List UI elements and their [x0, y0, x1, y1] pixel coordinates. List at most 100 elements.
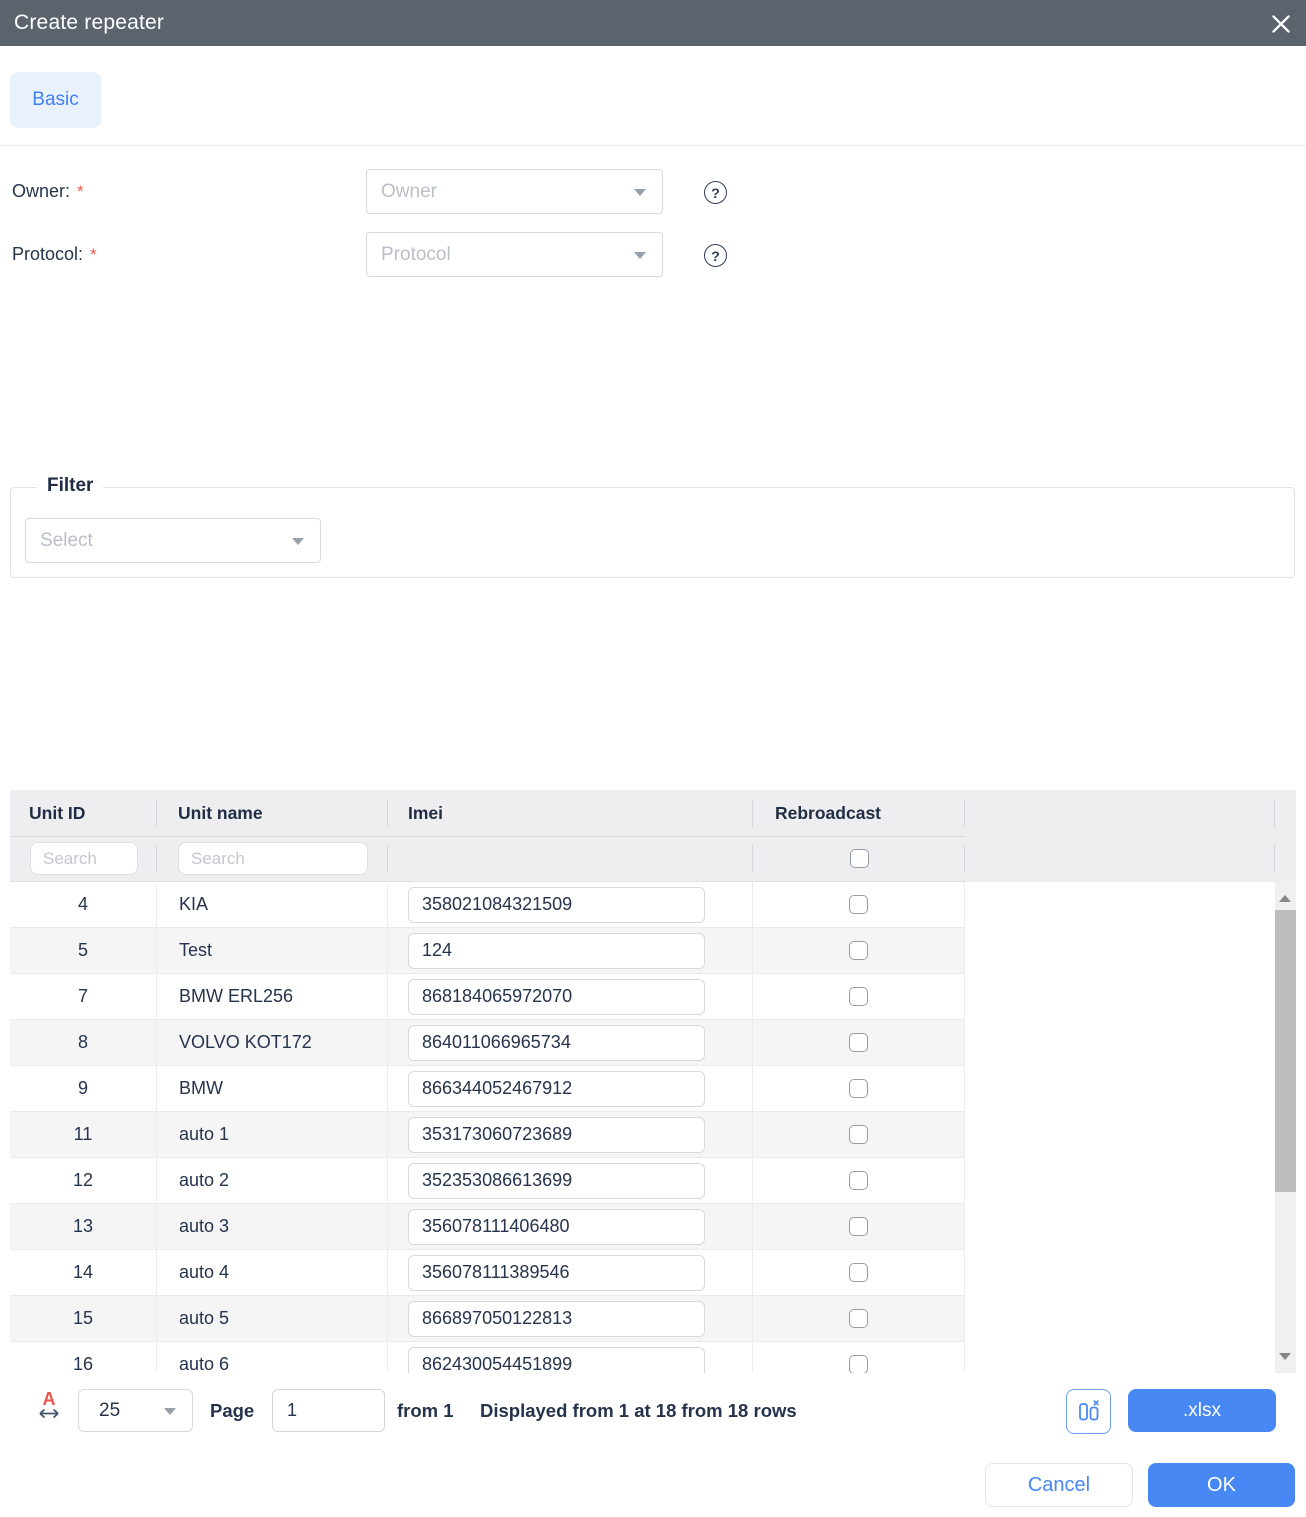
imei-input[interactable] [408, 979, 705, 1015]
rebroadcast-checkbox[interactable] [849, 1217, 868, 1236]
rebroadcast-cell [753, 1204, 965, 1249]
scroll-up-icon[interactable] [1279, 895, 1291, 902]
rebroadcast-checkbox[interactable] [849, 1171, 868, 1190]
protocol-select[interactable]: Protocol [366, 232, 663, 277]
table-row[interactable]: 11 auto 1 [10, 1112, 965, 1158]
col-header-unit-name[interactable]: Unit name [157, 790, 388, 836]
imei-cell [388, 1296, 753, 1341]
close-icon[interactable] [1264, 7, 1298, 41]
owner-select-placeholder: Owner [381, 181, 437, 203]
page-number-input[interactable] [272, 1389, 385, 1432]
scroll-down-icon[interactable] [1279, 1353, 1291, 1360]
col-header-imei[interactable]: Imei [388, 790, 753, 836]
required-asterisk: * [90, 245, 97, 265]
unit-name-cell: VOLVO KOT172 [157, 1020, 388, 1065]
unit-name-cell: KIA [157, 882, 388, 927]
table-row[interactable]: 5 Test [10, 928, 965, 974]
unit-id-cell: 11 [10, 1112, 157, 1157]
table-row[interactable]: 4 KIA [10, 882, 965, 928]
tab-basic[interactable]: Basic [10, 72, 101, 128]
create-repeater-dialog: Create repeater Basic Owner: * Owner ? P… [0, 0, 1306, 1517]
unit-id-cell: 15 [10, 1296, 157, 1341]
rebroadcast-checkbox[interactable] [849, 1355, 868, 1373]
col-header-unit-id[interactable]: Unit ID [10, 790, 157, 836]
rebroadcast-select-all-checkbox[interactable] [850, 849, 869, 868]
column-separator [1274, 845, 1275, 873]
imei-input[interactable] [408, 1255, 705, 1291]
unit-id-cell: 8 [10, 1020, 157, 1065]
imei-cell [388, 1020, 753, 1065]
imei-cell [388, 1250, 753, 1295]
rebroadcast-checkbox[interactable] [849, 895, 868, 914]
chevron-down-icon [634, 189, 646, 196]
owner-select[interactable]: Owner [366, 169, 663, 214]
imei-input[interactable] [408, 1301, 705, 1337]
table-row[interactable]: 14 auto 4 [10, 1250, 965, 1296]
rebroadcast-cell [753, 1158, 965, 1203]
table-row[interactable]: 8 VOLVO KOT172 [10, 1020, 965, 1066]
unit-name-cell: BMW ERL256 [157, 974, 388, 1019]
rebroadcast-checkbox[interactable] [849, 1033, 868, 1052]
protocol-help-icon[interactable]: ? [704, 244, 727, 267]
protocol-select-placeholder: Protocol [381, 244, 451, 266]
rebroadcast-checkbox[interactable] [849, 1079, 868, 1098]
unit-name-cell: auto 2 [157, 1158, 388, 1203]
column-separator [156, 845, 157, 873]
chevron-down-icon [634, 252, 646, 259]
unit-id-search-input[interactable] [30, 842, 138, 875]
unit-name-cell: auto 4 [157, 1250, 388, 1295]
imei-input[interactable] [408, 933, 705, 969]
table-row[interactable]: 15 auto 5 [10, 1296, 965, 1342]
search-row-divider [10, 881, 965, 882]
imei-cell [388, 1342, 753, 1373]
table-row[interactable]: 16 auto 6 [10, 1342, 965, 1373]
filter-select[interactable]: Select [25, 518, 321, 563]
table-row[interactable]: 12 auto 2 [10, 1158, 965, 1204]
imei-input[interactable] [408, 887, 705, 923]
export-xlsx-button[interactable]: .xlsx [1128, 1389, 1276, 1432]
rebroadcast-checkbox[interactable] [849, 1125, 868, 1144]
unit-name-cell: auto 3 [157, 1204, 388, 1249]
imei-input[interactable] [408, 1209, 705, 1245]
autofit-columns-button[interactable]: A [30, 1390, 68, 1419]
cancel-button[interactable]: Cancel [985, 1463, 1133, 1507]
column-separator [752, 845, 753, 873]
rebroadcast-cell [753, 882, 965, 927]
rebroadcast-cell [753, 974, 965, 1019]
imei-input[interactable] [408, 1025, 705, 1061]
rebroadcast-checkbox[interactable] [849, 1263, 868, 1282]
horizontal-arrow-icon [36, 1408, 62, 1419]
imei-cell [388, 1158, 753, 1203]
filter-section: Filter Select [10, 487, 1295, 578]
rebroadcast-checkbox[interactable] [849, 941, 868, 960]
table-scrollbar[interactable] [1275, 882, 1296, 1373]
rebroadcast-checkbox[interactable] [849, 1309, 868, 1328]
imei-cell [388, 1066, 753, 1111]
imei-cell [388, 1112, 753, 1157]
owner-label-text: Owner: [12, 181, 70, 202]
owner-help-icon[interactable]: ? [704, 181, 727, 204]
scroll-thumb[interactable] [1275, 910, 1296, 1192]
rebroadcast-checkbox[interactable] [849, 987, 868, 1006]
unit-name-cell: auto 6 [157, 1342, 388, 1373]
ok-button[interactable]: OK [1148, 1463, 1295, 1507]
col-header-rebroadcast[interactable]: Rebroadcast [753, 790, 965, 836]
page-label: Page [210, 1389, 254, 1432]
page-size-select[interactable]: 25 [78, 1389, 193, 1432]
unit-name-cell: Test [157, 928, 388, 973]
table-row[interactable]: 13 auto 3 [10, 1204, 965, 1250]
imei-input[interactable] [408, 1117, 705, 1153]
tabs-divider [0, 145, 1306, 146]
unit-name-search-input[interactable] [178, 842, 368, 875]
rebroadcast-cell [753, 1342, 965, 1373]
unit-id-cell: 12 [10, 1158, 157, 1203]
imei-input[interactable] [408, 1163, 705, 1199]
table-row[interactable]: 9 BMW [10, 1066, 965, 1112]
table-header-row: Unit ID Unit name Imei Rebroadcast [10, 790, 1296, 836]
table-rows: 4 KIA 5 Test 7 BMW ERL256 8 VOLVO KOT172 [10, 882, 965, 1373]
imei-input[interactable] [408, 1347, 705, 1374]
required-asterisk: * [77, 182, 84, 202]
table-row[interactable]: 7 BMW ERL256 [10, 974, 965, 1020]
imei-input[interactable] [408, 1071, 705, 1107]
hide-columns-button[interactable] [1066, 1389, 1111, 1434]
